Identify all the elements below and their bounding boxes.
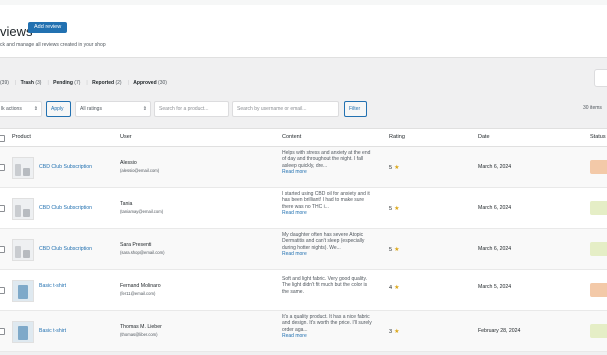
- filter-reported[interactable]: Reported (2): [92, 80, 124, 86]
- reviews-table: Product User Content Rating Date Status …: [0, 128, 607, 352]
- column-rating[interactable]: Rating: [389, 134, 405, 140]
- review-content: It's a quality product. It has a nice fa…: [282, 314, 374, 340]
- review-date: March 6, 2024: [478, 246, 512, 252]
- read-more-link[interactable]: Read more: [282, 333, 374, 339]
- table-header: Product User Content Rating Date Status: [0, 129, 607, 147]
- status-badge[interactable]: [590, 201, 607, 215]
- review-date: March 6, 2024: [478, 164, 512, 170]
- table-row: CBD Club Subscription Tania (taniamay@em…: [0, 188, 607, 229]
- user-email: (thomas@liber.com): [120, 332, 158, 337]
- ratings-select[interactable]: All ratings ⇕: [75, 101, 151, 117]
- user-name: Thomas M. Lieber: [120, 324, 162, 330]
- column-user[interactable]: User: [120, 134, 132, 140]
- status-badge[interactable]: [590, 324, 607, 338]
- add-review-button[interactable]: Add review: [28, 22, 68, 33]
- user-email: (fer11@email.com): [120, 291, 156, 296]
- star-icon: ★: [394, 165, 400, 171]
- product-thumbnail: [12, 280, 34, 302]
- rating: 5 ★: [389, 247, 400, 253]
- product-thumbnail: [12, 157, 34, 179]
- table-row: CBD Club Subscription Alessio (alessio@e…: [0, 147, 607, 188]
- column-date[interactable]: Date: [478, 134, 490, 140]
- table-row: Basic t-shirt Fernand Molinaro (fer11@em…: [0, 270, 607, 311]
- star-icon: ★: [394, 206, 400, 212]
- read-more-link[interactable]: Read more: [282, 169, 374, 175]
- star-icon: ★: [394, 329, 400, 335]
- read-more-link[interactable]: Read more: [282, 251, 374, 257]
- review-content: Helps with stress and anxiety at the end…: [282, 150, 374, 176]
- product-thumbnail: [12, 239, 34, 261]
- product-link[interactable]: Basic t-shirt: [39, 283, 66, 289]
- chevron-updown-icon: ⇕: [33, 106, 38, 112]
- status-badge[interactable]: [590, 160, 607, 174]
- review-date: February 28, 2024: [478, 328, 521, 334]
- status-badge[interactable]: [590, 283, 607, 297]
- product-link[interactable]: CBD Club Subscription: [39, 164, 92, 170]
- user-name: Fernand Molinaro: [120, 283, 161, 289]
- table-row: Basic t-shirt Thomas M. Lieber (thomas@l…: [0, 311, 607, 352]
- table-row: CBD Club Subscription Sara Presenti (sar…: [0, 229, 607, 270]
- read-more-link[interactable]: Read more: [282, 210, 374, 216]
- page-header: views Add review ck and manage all revie…: [0, 5, 607, 58]
- row-checkbox[interactable]: [0, 246, 5, 253]
- column-product[interactable]: Product: [12, 134, 31, 140]
- filter-trash[interactable]: Trash (3): [21, 80, 45, 86]
- status-filter-links: (39) | Trash (3) | Pending (7) | Reported (…: [0, 80, 173, 86]
- user-search-input[interactable]: Search by username or email...: [232, 101, 339, 117]
- filter-pending[interactable]: Pending (7): [53, 80, 83, 86]
- row-checkbox[interactable]: [0, 287, 5, 294]
- user-name: Alessio: [120, 160, 137, 166]
- product-link[interactable]: CBD Club Subscription: [39, 246, 92, 252]
- product-search-input[interactable]: Search for a product...: [154, 101, 229, 117]
- user-name: Tania: [120, 201, 133, 207]
- review-date: March 6, 2024: [478, 205, 512, 211]
- column-content: Content: [282, 134, 302, 140]
- status-badge[interactable]: [590, 242, 607, 256]
- review-content: I started using CBD oil for anxiety and …: [282, 191, 374, 217]
- product-link[interactable]: CBD Club Subscription: [39, 205, 92, 211]
- rating: 5 ★: [389, 206, 400, 212]
- rating: 4 ★: [389, 285, 400, 291]
- row-checkbox[interactable]: [0, 164, 5, 171]
- row-checkbox[interactable]: [0, 205, 5, 212]
- apply-button[interactable]: Apply: [46, 101, 71, 117]
- search-input[interactable]: [594, 69, 607, 87]
- row-checkbox[interactable]: [0, 328, 5, 335]
- filter-button[interactable]: Filter: [344, 101, 367, 117]
- bulk-actions-select[interactable]: lk actions ⇕: [0, 101, 42, 117]
- product-thumbnail: [12, 198, 34, 220]
- rating: 3 ★: [389, 329, 400, 335]
- table-body: CBD Club Subscription Alessio (alessio@e…: [0, 147, 607, 352]
- page-subtitle: ck and manage all reviews created in you…: [0, 42, 106, 48]
- review-content: My daughter often has severe Atopic Derm…: [282, 232, 374, 258]
- select-all-checkbox[interactable]: [0, 135, 5, 142]
- user-email: (alessio@email.com): [120, 168, 160, 173]
- filter-all[interactable]: (39): [0, 80, 12, 86]
- chevron-updown-icon: ⇕: [142, 106, 147, 112]
- review-content: Soft and light fabric. Very good quality…: [282, 276, 368, 295]
- filter-approved[interactable]: Approved (30): [133, 80, 170, 86]
- user-email: (taniamay@email.com): [120, 209, 164, 214]
- rating: 5 ★: [389, 165, 400, 171]
- column-status: Status: [590, 134, 606, 140]
- user-email: (sara.shop@email.com): [120, 250, 165, 255]
- star-icon: ★: [394, 285, 400, 291]
- star-icon: ★: [394, 247, 400, 253]
- product-link[interactable]: Basic t-shirt: [39, 328, 66, 334]
- review-date: March 5, 2024: [478, 284, 512, 290]
- items-count: 30 items: [583, 105, 602, 111]
- user-name: Sara Presenti: [120, 242, 152, 248]
- product-thumbnail: [12, 321, 34, 343]
